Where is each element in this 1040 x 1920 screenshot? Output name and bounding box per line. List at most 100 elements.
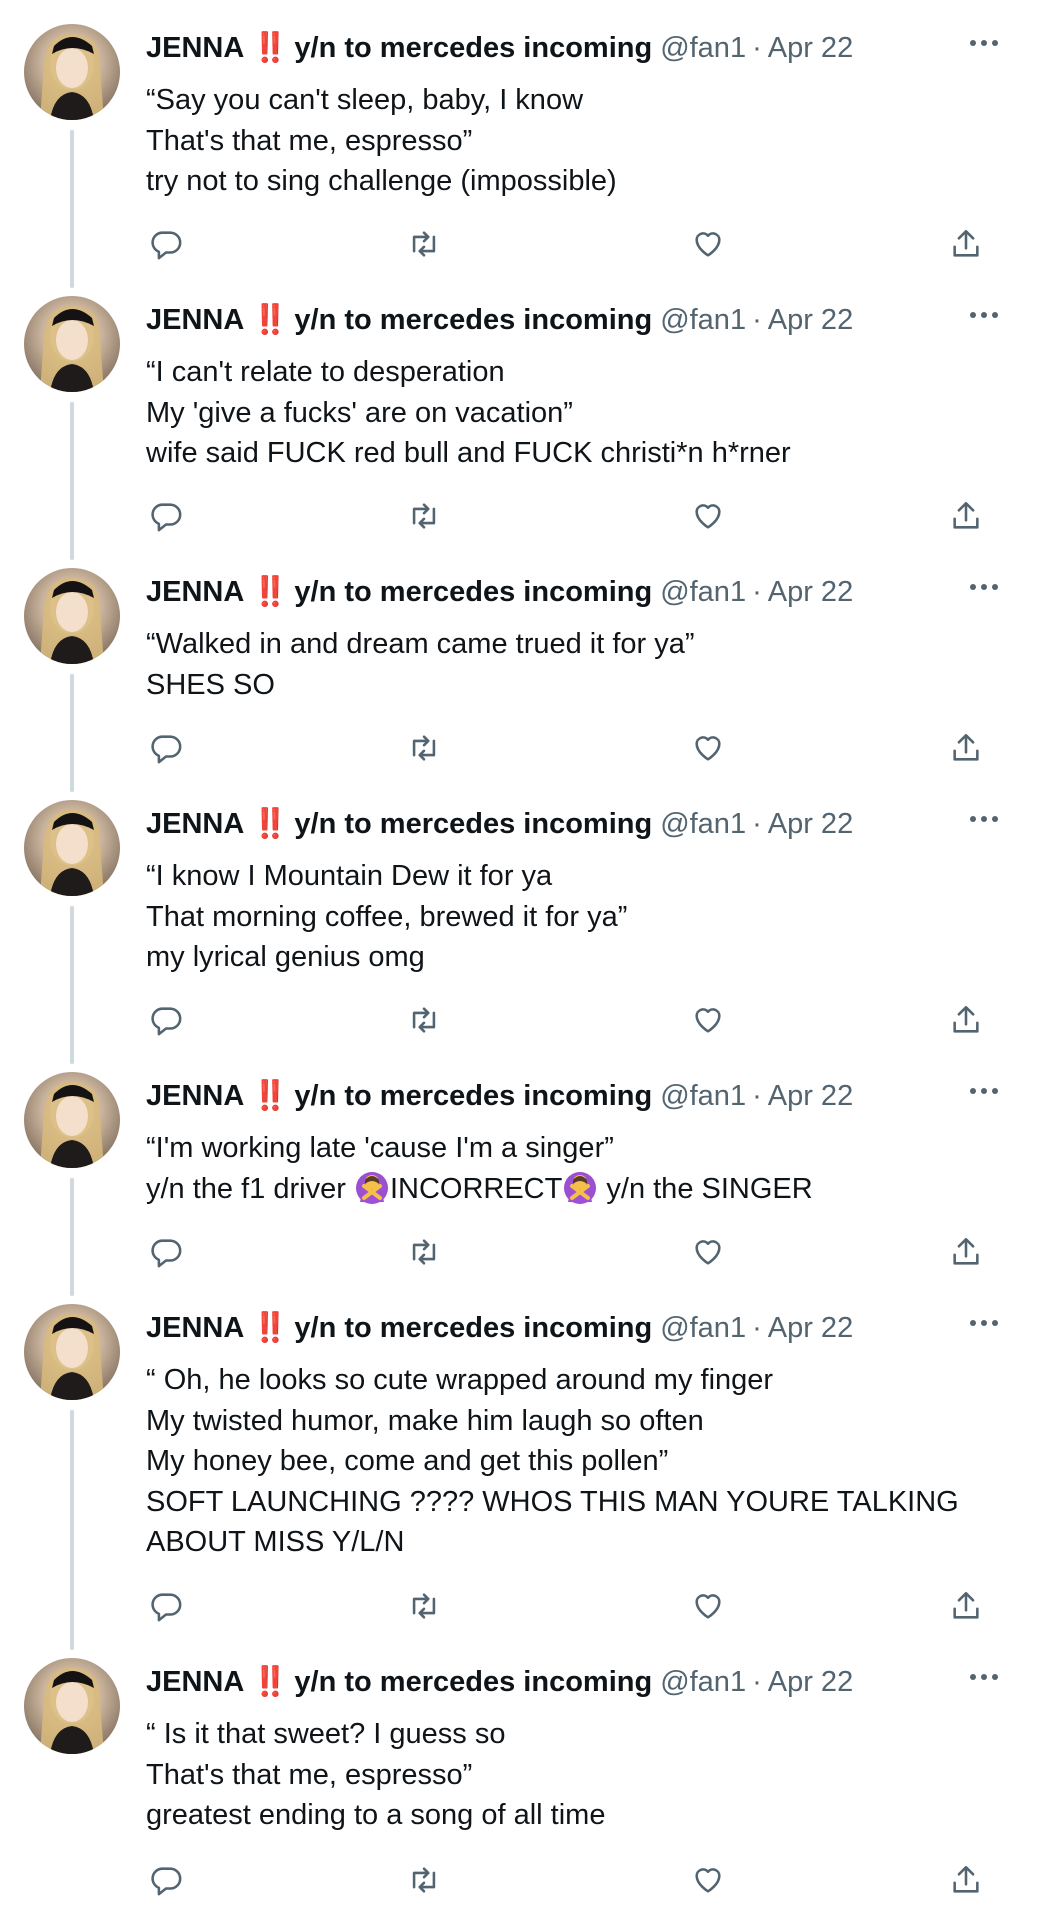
share-icon[interactable] [946,496,986,536]
tweet[interactable]: JENNA ‼️ y/n to mercedes incoming @fan1 … [0,1048,1040,1296]
author-handle[interactable]: @fan1 [660,802,746,846]
tweet-date[interactable]: Apr 22 [768,1074,853,1118]
separator: · [752,1666,762,1698]
share-icon[interactable] [946,1000,986,1040]
author-handle[interactable]: @fan1 [660,570,746,614]
author-display-suffix[interactable]: y/n to mercedes incoming [294,1660,652,1704]
person-gesturing-no-emoji [564,1171,597,1204]
more-icon[interactable] [964,28,1004,58]
avatar[interactable] [24,24,120,120]
tweet-text: “ Is it that sweet? I guess so That's th… [146,1714,996,1836]
double-exclamation-emoji: ‼️ [252,1666,288,1698]
retweet-icon[interactable] [404,224,444,264]
tweet-line: “I can't relate to desperation [146,356,505,388]
more-icon[interactable] [964,300,1004,330]
reply-icon[interactable] [146,496,186,536]
author-name[interactable]: JENNA [146,26,244,70]
reply-icon[interactable] [146,224,186,264]
tweet[interactable]: JENNA ‼️ y/n to mercedes incoming @fan1 … [0,544,1040,792]
tweet[interactable]: JENNA ‼️ y/n to mercedes incoming @fan1 … [0,272,1040,560]
tweet-date[interactable]: Apr 22 [768,570,853,614]
avatar[interactable] [24,1304,120,1400]
avatar[interactable] [24,800,120,896]
thread-line [70,130,74,288]
tweet-header: JENNA ‼️ y/n to mercedes incoming @fan1 … [146,298,853,342]
reply-icon[interactable] [146,1586,186,1626]
author-name[interactable]: JENNA [146,570,244,614]
tweet-header: JENNA ‼️ y/n to mercedes incoming @fan1 … [146,802,853,846]
heart-icon[interactable] [688,728,728,768]
author-handle[interactable]: @fan1 [660,1660,746,1704]
author-display-suffix[interactable]: y/n to mercedes incoming [294,1074,652,1118]
tweet-line: wife said FUCK red bull and FUCK christi… [146,437,791,469]
retweet-icon[interactable] [404,1000,444,1040]
more-icon[interactable] [964,1308,1004,1338]
more-icon[interactable] [964,1662,1004,1692]
author-name[interactable]: JENNA [146,802,244,846]
tweet-date[interactable]: Apr 22 [768,1660,853,1704]
author-display-suffix[interactable]: y/n to mercedes incoming [294,298,652,342]
tweet-text-part: y/n the f1 driver [146,1172,354,1205]
tweet-date[interactable]: Apr 22 [768,26,853,70]
tweet[interactable]: JENNA ‼️ y/n to mercedes incoming @fan1 … [0,0,1040,288]
separator: · [752,304,762,336]
more-icon[interactable] [964,804,1004,834]
more-icon[interactable] [964,1076,1004,1106]
share-icon[interactable] [946,728,986,768]
author-handle[interactable]: @fan1 [660,298,746,342]
tweet-line: That's that me, espresso” [146,124,473,157]
tweet[interactable]: JENNA ‼️ y/n to mercedes incoming @fan1 … [0,776,1040,1064]
heart-icon[interactable] [688,1232,728,1272]
tweet-text: “Walked in and dream came trued it for y… [146,624,996,705]
double-exclamation-emoji: ‼️ [252,808,288,840]
author-name[interactable]: JENNA [146,298,244,342]
share-icon[interactable] [946,1860,986,1900]
author-display-suffix[interactable]: y/n to mercedes incoming [294,26,652,70]
author-name[interactable]: JENNA [146,1306,244,1350]
avatar[interactable] [24,568,120,664]
heart-icon[interactable] [688,1000,728,1040]
share-icon[interactable] [946,1232,986,1272]
tweet-line: My twisted humor, make him laugh so ofte… [146,1404,704,1437]
author-display-suffix[interactable]: y/n to mercedes incoming [294,802,652,846]
reply-icon[interactable] [146,1860,186,1900]
tweet-date[interactable]: Apr 22 [768,298,853,342]
share-icon[interactable] [946,224,986,264]
heart-icon[interactable] [688,224,728,264]
heart-icon[interactable] [688,496,728,536]
heart-icon[interactable] [688,1860,728,1900]
more-icon[interactable] [964,572,1004,602]
author-handle[interactable]: @fan1 [660,1074,746,1118]
reply-icon[interactable] [146,1232,186,1272]
author-handle[interactable]: @fan1 [660,26,746,70]
tweet-actions [146,1586,1006,1626]
tweet[interactable]: JENNA ‼️ y/n to mercedes incoming @fan1 … [0,1634,1040,1920]
author-name[interactable]: JENNA [146,1660,244,1704]
author-display-suffix[interactable]: y/n to mercedes incoming [294,1306,652,1350]
avatar[interactable] [24,1658,120,1754]
tweet-actions [146,728,1006,768]
heart-icon[interactable] [688,1586,728,1626]
tweet-line: My honey bee, come and get this pollen” [146,1445,669,1477]
reply-icon[interactable] [146,1000,186,1040]
avatar[interactable] [24,1072,120,1168]
avatar[interactable] [24,296,120,392]
tweet-date[interactable]: Apr 22 [768,1306,853,1350]
share-icon[interactable] [946,1586,986,1626]
author-handle[interactable]: @fan1 [660,1306,746,1350]
retweet-icon[interactable] [404,1586,444,1626]
tweet[interactable]: JENNA ‼️ y/n to mercedes incoming @fan1 … [0,1280,1040,1650]
author-name[interactable]: JENNA [146,1074,244,1118]
tweet-header: JENNA ‼️ y/n to mercedes incoming @fan1 … [146,1306,853,1350]
retweet-icon[interactable] [404,496,444,536]
retweet-icon[interactable] [404,1860,444,1900]
tweet-line: That's that me, espresso” [146,1758,473,1791]
retweet-icon[interactable] [404,1232,444,1272]
tweet-line: try not to sing challenge (impossible) [146,165,617,197]
tweet-actions [146,1000,1006,1040]
tweet-date[interactable]: Apr 22 [768,802,853,846]
tweet-line: SHES SO [146,668,275,701]
reply-icon[interactable] [146,728,186,768]
retweet-icon[interactable] [404,728,444,768]
author-display-suffix[interactable]: y/n to mercedes incoming [294,570,652,614]
